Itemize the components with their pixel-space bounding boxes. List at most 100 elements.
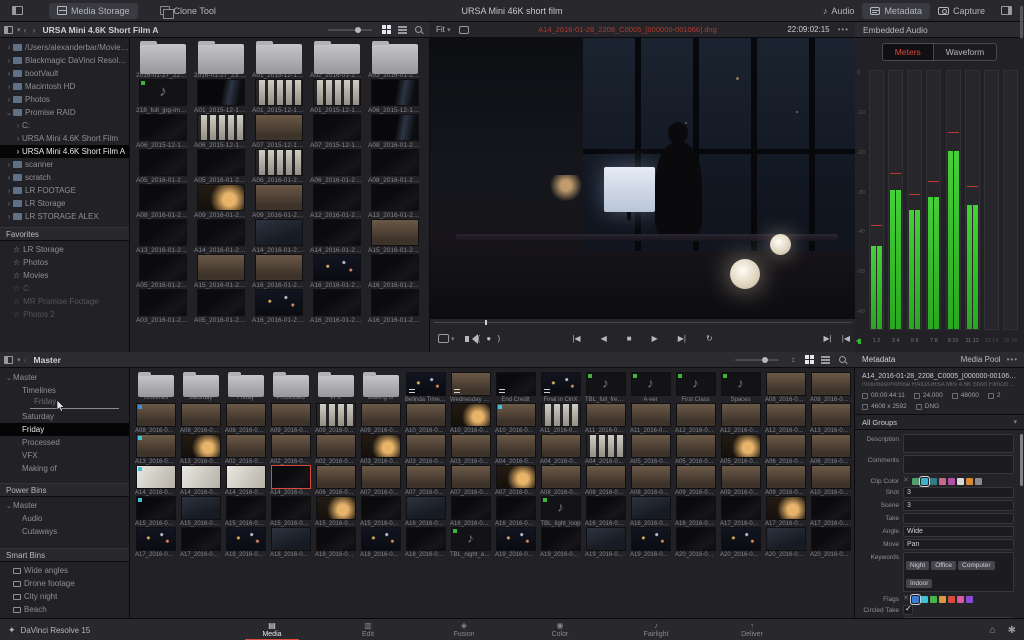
field-comments-textarea[interactable] (903, 455, 1014, 474)
favorite-item[interactable]: ☆ LR Storage (0, 243, 129, 256)
pool-search-icon[interactable] (839, 356, 846, 363)
pool-clip[interactable]: Belinda Timeline (403, 372, 448, 403)
storage-clip[interactable]: A14_2016-01-28_220... (192, 219, 250, 254)
bin-item[interactable]: Making of (0, 462, 129, 475)
pool-clip[interactable]: A14_2016-01-28_2... (268, 465, 313, 496)
pool-clip[interactable]: A09_2016-01-28_2... (358, 403, 403, 434)
storage-tree-item[interactable]: › URSA Mini 4.6K Short Film A (0, 145, 129, 158)
pool-clip[interactable]: A04_2016-01-28_2... (583, 434, 628, 465)
pool-clip[interactable]: A18_2016-01-28_0... (403, 527, 448, 558)
storage-clip[interactable]: A05_2016-01-28_100... (134, 254, 192, 289)
pool-clip[interactable]: A04_2016-01-28_2... (538, 434, 583, 465)
storage-clip[interactable]: A03_2016-01-28_232... (134, 289, 192, 324)
metadata-scrollbar[interactable] (1020, 434, 1023, 486)
go-to-last-frame-button[interactable]: ▶| (673, 334, 691, 343)
storage-tree-item[interactable]: › Blackmagic DaVinci Resolve Studio (0, 54, 129, 67)
field-description-textarea[interactable] (903, 434, 1014, 453)
play-button[interactable]: ▶ (647, 334, 663, 343)
bin-item[interactable]: VFX (0, 449, 129, 462)
pool-clip[interactable]: A08_2016-01-27_2... (178, 403, 223, 434)
pool-grid-view-icon[interactable] (805, 355, 814, 364)
pool-clip[interactable]: A10_2016-01-28_2... (808, 465, 853, 496)
favorite-item[interactable]: ☆ MR Promise Footage (0, 295, 129, 308)
pool-clip[interactable]: A09_2016-01-28_2... (673, 465, 718, 496)
smart-bin-item[interactable]: Drone footage (0, 577, 129, 590)
pool-clip[interactable]: ♪ TBL_light_loop (538, 496, 583, 527)
pool-clip[interactable]: A20_2016-01-28_0... (718, 527, 763, 558)
field-shot-input[interactable]: 3 (903, 487, 1014, 498)
storage-clip[interactable]: A15_2016-01-28_223... (366, 219, 424, 254)
storage-clip[interactable]: A08_2016-01-28_215... (134, 184, 192, 219)
pool-folder[interactable]: Friday (223, 372, 268, 403)
color-swatch[interactable] (921, 596, 928, 603)
pool-clip[interactable]: A15_2016-01-28_0... (223, 496, 268, 527)
pool-clip[interactable]: A17_2016-01-28_0... (763, 496, 808, 527)
pool-clip[interactable]: A02_2016-01-28_2... (313, 434, 358, 465)
page-tab-fusion[interactable]: ◈ Fusion (433, 619, 495, 640)
favorite-item[interactable]: ☆ Movies (0, 269, 129, 282)
keywords-box[interactable]: Night Office Computer Indoor (903, 552, 1014, 592)
pool-clip[interactable]: A14_2016-01-28_2... (223, 465, 268, 496)
pool-clip[interactable]: A14_2016-01-28_2... (178, 465, 223, 496)
pool-clip[interactable]: A15_2016-01-28_0... (178, 496, 223, 527)
grid-view-icon[interactable] (382, 25, 391, 34)
storage-tree-item[interactable]: › URSA Mini 4.6K Short Film (0, 132, 129, 145)
sort-order-icon[interactable]: ↕ (791, 355, 795, 364)
storage-tree-item[interactable]: › bootVault (0, 67, 129, 80)
metadata-source-dropdown[interactable]: Media Pool (961, 355, 1001, 364)
pool-clip[interactable]: A16_2016-01-28_0... (583, 496, 628, 527)
pool-clip[interactable]: A08_2016-01-27_2... (133, 403, 178, 434)
color-swatch[interactable] (930, 478, 937, 485)
pool-clip[interactable]: A18_2016-01-28_0... (268, 527, 313, 558)
storage-clip[interactable]: A01_2015-12-17_183... (250, 79, 308, 114)
color-swatch[interactable] (939, 478, 946, 485)
pool-clip[interactable]: A06_2016-01-28_2... (313, 465, 358, 496)
storage-folder[interactable]: A03_2016-01-27_225... (366, 41, 424, 79)
storage-tree-item[interactable]: › /Users/alexanderbar/Movies (Usage: 67%) (0, 41, 129, 54)
metadata-groups-dropdown[interactable]: All Groups ▾ (855, 415, 1024, 430)
storage-clip[interactable]: ♪ 218_full_jpg-image_... (134, 79, 192, 114)
storage-folder[interactable]: 2016-01-27_23.08.41 (192, 41, 250, 79)
storage-clip[interactable]: A16_2016-01-28_234... (250, 289, 308, 324)
color-swatch[interactable] (948, 478, 955, 485)
pool-list-view-icon[interactable] (821, 355, 830, 364)
storage-clip[interactable]: A06_2015-12-17_191... (192, 114, 250, 149)
storage-clip[interactable]: A01_2015-12-17_182... (308, 79, 366, 114)
pool-clip[interactable]: A13_2016-01-28_2... (133, 434, 178, 465)
storage-tree-item[interactable]: › C: (0, 119, 129, 132)
pool-clip[interactable]: A13_2016-01-28_2... (178, 434, 223, 465)
field-scene-input[interactable]: 3 (903, 500, 1014, 511)
pool-clip[interactable]: ♪ First Class (673, 372, 718, 403)
pool-clip[interactable]: A08_2016-01-28_2... (628, 465, 673, 496)
pool-clip[interactable]: A03_2016-01-28_2... (403, 434, 448, 465)
pool-clip[interactable]: A05_2016-01-28_2... (718, 434, 763, 465)
pool-clip[interactable]: A19_2016-01-28_0... (628, 527, 673, 558)
stop-button[interactable]: ■ (622, 334, 637, 343)
pool-clip[interactable]: A06_2016-01-28_2... (763, 434, 808, 465)
pool-clip[interactable]: A16_2016-01-28_0... (403, 496, 448, 527)
bins-panel-toggle[interactable] (0, 352, 17, 368)
storage-folder[interactable]: A02_2016-01-27_224... (308, 41, 366, 79)
pool-clip[interactable]: Final in CinX (538, 372, 583, 403)
storage-folder[interactable]: 2016-01-27_2223.12 (134, 41, 192, 79)
pool-clip[interactable]: ♪ Spaces (718, 372, 763, 403)
pool-clip[interactable]: A09_2016-01-28_2... (268, 403, 313, 434)
storage-tree-item[interactable]: › LR FOOTAGE (0, 184, 129, 197)
storage-clip[interactable]: A06_2015-12-17_190... (134, 114, 192, 149)
color-swatch[interactable] (957, 596, 964, 603)
pool-clip[interactable]: A16_2016-01-28_0... (448, 496, 493, 527)
pool-clip[interactable]: A02_2016-01-28_2... (268, 434, 313, 465)
clone-tool-button[interactable]: Clone Tool (152, 3, 224, 19)
pool-clip[interactable]: A05_2016-01-28_2... (673, 434, 718, 465)
pool-clip[interactable]: A03_2016-01-28_2... (448, 434, 493, 465)
color-swatch[interactable] (966, 478, 973, 485)
pool-clip[interactable]: A17_2016-01-28_0... (178, 527, 223, 558)
loop-button[interactable]: ↻ (701, 334, 718, 343)
pool-clip[interactable]: ♪ A-ver (628, 372, 673, 403)
color-swatch[interactable] (903, 476, 910, 485)
favorite-item[interactable]: ☆ Photos (0, 256, 129, 269)
storage-tree-item[interactable]: › LR Storage (0, 197, 129, 210)
media-storage-button[interactable]: Media Storage (49, 2, 138, 19)
bins-back-button[interactable]: ‹ (21, 355, 30, 365)
pool-clip[interactable]: A08_2016-01-27_2... (763, 372, 808, 403)
